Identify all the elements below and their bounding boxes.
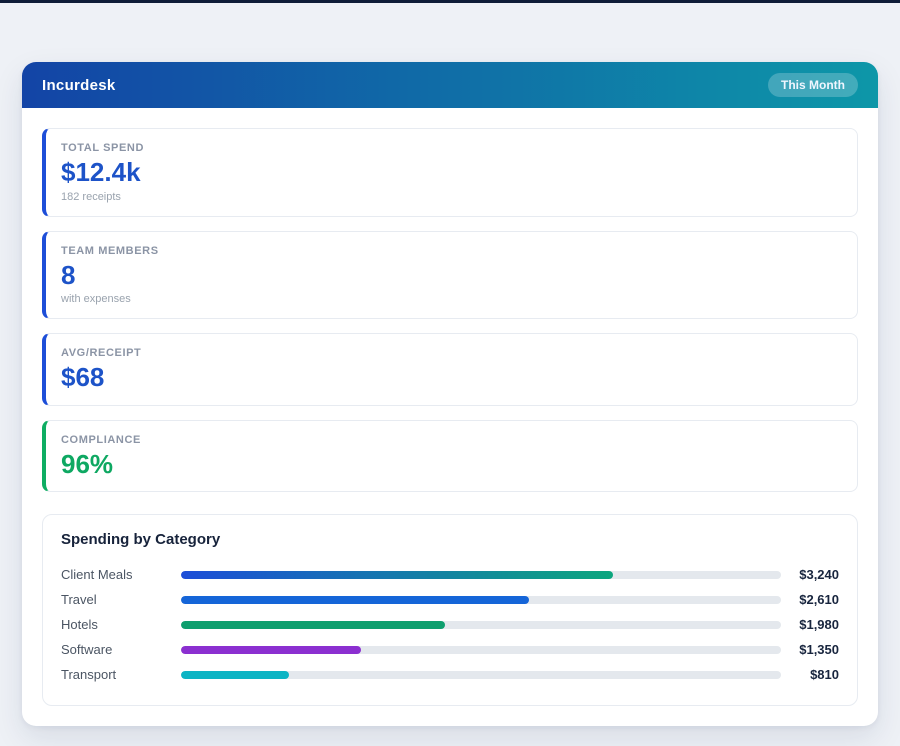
bar-fill: [181, 570, 613, 579]
bar-track: [181, 645, 781, 654]
stat-value: 96%: [61, 448, 114, 479]
category-label: Software: [61, 642, 113, 658]
category-label: Client Meals: [61, 567, 133, 583]
stat-value: 8: [61, 259, 76, 290]
bar-fill: [181, 595, 529, 604]
category-label: Transport: [61, 667, 117, 683]
stat-card-team-members: TEAM MEMBERS 8 with expenses: [42, 230, 858, 320]
app-header: Incurdesk This Month: [22, 62, 878, 108]
bar-track: [181, 620, 781, 629]
bar-track: [181, 570, 781, 579]
stat-label: COMPLIANCE: [61, 433, 141, 446]
category-value: $1,980: [799, 617, 839, 633]
category-label: Hotels: [61, 617, 98, 633]
bar-fill: [181, 670, 289, 679]
stat-card-total-spend: TOTAL SPEND $12.4k 182 receipts: [42, 128, 858, 217]
stat-label: TOTAL SPEND: [61, 142, 144, 154]
category-value: $810: [810, 667, 839, 683]
stat-sub: with expenses: [61, 293, 131, 306]
spending-chart-title: Spending by Category: [61, 531, 221, 549]
dashboard-card: Incurdesk This Month TOTAL SPEND $12.4k …: [22, 62, 878, 727]
stat-value: $68: [61, 362, 105, 393]
app-title: Incurdesk: [42, 76, 116, 94]
category-row: Client Meals $3,240: [61, 562, 839, 587]
category-row: Travel $2,610: [61, 587, 839, 612]
category-label: Travel: [61, 592, 97, 608]
category-row: Transport $810: [61, 662, 839, 687]
app-body: TOTAL SPEND $12.4k 182 receipts TEAM MEM…: [22, 108, 878, 726]
bar-fill: [181, 645, 361, 654]
period-badge[interactable]: This Month: [768, 73, 858, 97]
stat-label: TEAM MEMBERS: [61, 244, 159, 257]
spending-by-category-card: Spending by Category Client Meals $3,240…: [42, 514, 858, 707]
stat-value: $12.4k: [61, 157, 141, 187]
stat-card-avg-receipt: AVG/RECEIPT $68: [42, 333, 858, 406]
category-value: $3,240: [799, 567, 839, 583]
stat-sub: 182 receipts: [61, 190, 121, 203]
bar-track: [181, 595, 781, 604]
category-row: Hotels $1,980: [61, 612, 839, 637]
bar-track: [181, 670, 781, 679]
category-value: $2,610: [799, 592, 839, 608]
stat-card-compliance: COMPLIANCE 96%: [42, 419, 858, 493]
top-edge-bar: [0, 0, 900, 3]
stat-label: AVG/RECEIPT: [61, 347, 142, 360]
bar-fill: [181, 620, 445, 629]
category-value: $1,350: [799, 642, 839, 658]
category-row: Software $1,350: [61, 637, 839, 662]
category-rows: Client Meals $3,240 Travel $2,610 Hotels…: [61, 562, 839, 687]
